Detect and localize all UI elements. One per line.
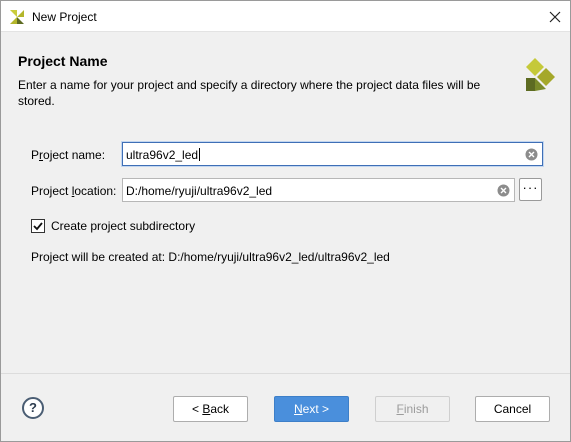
text-caret <box>199 148 201 161</box>
project-location-input[interactable]: D:/home/ryuji/ultra96v2_led <box>122 178 515 202</box>
clear-icon[interactable] <box>525 148 538 161</box>
xilinx-logo-icon <box>10 10 24 24</box>
page-title: Project Name <box>18 53 108 69</box>
window-title: New Project <box>32 10 97 24</box>
back-button[interactable]: < Back <box>173 396 248 422</box>
project-location-value: D:/home/ryuji/ultra96v2_led <box>126 184 273 198</box>
title-bar: New Project <box>1 1 570 32</box>
checkmark-icon <box>33 222 43 231</box>
footer-divider <box>1 373 570 374</box>
xilinx-brand-logo <box>526 58 555 91</box>
wizard-header: Project Name Enter a name for your proje… <box>1 32 570 123</box>
close-icon <box>549 11 561 22</box>
project-path-summary: Project will be created at: D:/home/ryuj… <box>31 250 390 264</box>
next-button[interactable]: Next > <box>274 396 349 422</box>
create-subdirectory-checkbox[interactable] <box>31 219 45 233</box>
close-button[interactable] <box>540 1 570 32</box>
help-button[interactable]: ? <box>22 397 44 419</box>
finish-button[interactable]: Finish <box>375 396 450 422</box>
browse-button[interactable]: ··· <box>519 178 542 201</box>
clear-icon[interactable] <box>497 184 510 197</box>
project-name-label: Project name: <box>31 148 106 162</box>
cancel-button[interactable]: Cancel <box>475 396 550 422</box>
new-project-dialog: New Project Project Name Enter a name fo… <box>0 0 571 442</box>
project-name-input[interactable]: ultra96v2_led <box>122 142 543 166</box>
project-name-value: ultra96v2_led <box>126 148 199 162</box>
create-subdirectory-label[interactable]: Create project subdirectory <box>51 219 195 233</box>
project-location-label: Project location: <box>31 184 117 198</box>
page-description: Enter a name for your project and specif… <box>18 78 481 108</box>
